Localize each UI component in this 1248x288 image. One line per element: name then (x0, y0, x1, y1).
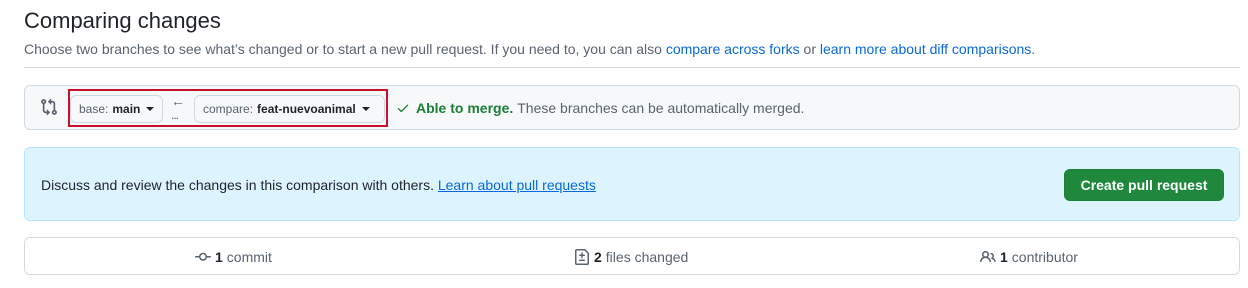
subtitle-end: . (1031, 41, 1036, 57)
range-dots: ... (171, 108, 179, 122)
compare-branch-name: feat-nuevoanimal (257, 102, 356, 116)
people-icon (980, 250, 996, 263)
header-divider (24, 67, 1240, 68)
diff-comparisons-link[interactable]: learn more about diff comparisons (820, 41, 1031, 57)
pull-request-banner: Discuss and review the changes in this c… (24, 147, 1240, 221)
banner-message: Discuss and review the changes in this c… (41, 177, 438, 193)
comparison-summary: 1 commit 2 files changed 1 contributor (24, 237, 1240, 275)
learn-pull-requests-link[interactable]: Learn about pull requests (438, 177, 596, 193)
merge-status: Able to merge. These branches can be aut… (396, 100, 804, 116)
caret-down-icon (361, 107, 370, 111)
banner-text: Discuss and review the changes in this c… (41, 177, 596, 193)
page-subtitle: Choose two branches to see what’s change… (24, 41, 1035, 57)
compare-across-forks-link[interactable]: compare across forks (666, 41, 800, 57)
merge-ok-text: Able to merge. (416, 100, 514, 116)
contributors-label: contributor (1011, 249, 1078, 265)
subtitle-or: or (799, 41, 820, 57)
git-commit-icon (195, 252, 211, 261)
arrow-left-icon: ← (171, 93, 185, 109)
files-count: 2 (594, 249, 602, 265)
commits-count: 1 (215, 249, 223, 265)
base-prefix: base: (79, 102, 109, 116)
base-branch-name: main (112, 102, 141, 116)
subtitle-text: Choose two branches to see what’s change… (24, 41, 666, 57)
files-changed-tab[interactable]: 2 files changed (574, 238, 688, 276)
check-icon (397, 104, 409, 113)
base-branch-button[interactable]: base: main (70, 95, 163, 123)
page-title: Comparing changes (24, 8, 221, 33)
caret-down-icon (146, 107, 155, 111)
git-compare-icon (41, 98, 57, 116)
contributors-tab[interactable]: 1 contributor (980, 238, 1078, 276)
commits-tab[interactable]: 1 commit (195, 238, 272, 276)
contributors-count: 1 (1000, 249, 1008, 265)
files-label: files changed (605, 249, 689, 265)
merge-description: These branches can be automatically merg… (517, 100, 805, 116)
create-pull-request-button[interactable]: Create pull request (1064, 169, 1224, 201)
file-diff-icon (575, 249, 589, 265)
compare-prefix: compare: (203, 102, 254, 116)
compare-branch-button[interactable]: compare: feat-nuevoanimal (194, 95, 385, 123)
range-editor: base: main ← ... compare: feat-nuevoanim… (24, 85, 1240, 130)
commits-label: commit (226, 249, 272, 265)
